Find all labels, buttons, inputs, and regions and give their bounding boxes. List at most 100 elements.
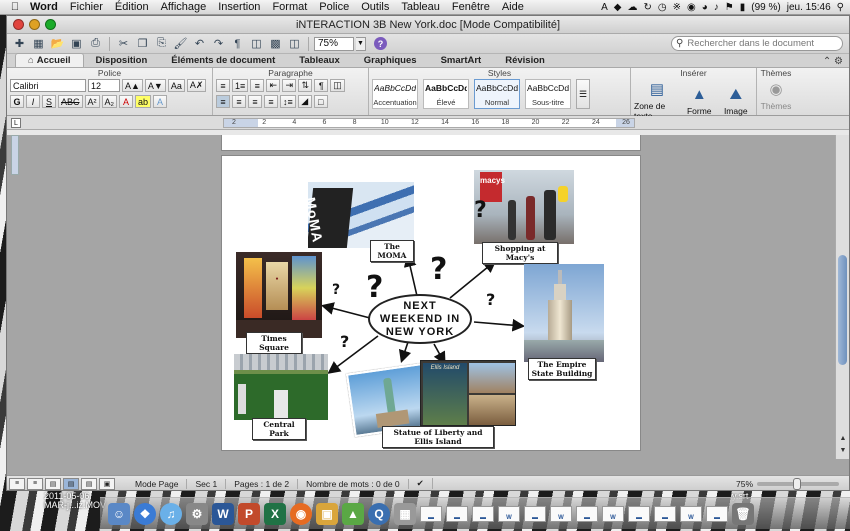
multilevel-icon[interactable]: ≡ (250, 79, 265, 92)
open-icon[interactable]: 📂 (49, 36, 66, 52)
page-view-icon[interactable]: ▤ (63, 477, 79, 490)
tab-smartart[interactable]: SmartArt (429, 54, 494, 67)
tab-tableaux[interactable]: Tableaux (287, 54, 351, 67)
italic-icon[interactable]: I (26, 95, 40, 108)
bluetooth-icon[interactable]: ※ (673, 2, 681, 13)
shape-button[interactable]: ▲ Forme (682, 84, 717, 117)
sync-icon[interactable]: ↻ (644, 2, 652, 13)
clear-format-icon[interactable]: A✗ (186, 79, 207, 92)
menu-clock[interactable]: jeu. 15:46 (787, 2, 831, 13)
font-color-icon[interactable]: A (119, 95, 134, 108)
excel-icon[interactable]: X (264, 502, 286, 525)
volume-icon[interactable]: ♪ (714, 2, 719, 13)
decrease-indent-icon[interactable]: ⇤ (266, 79, 281, 92)
minimized-window[interactable]: ▬ (420, 505, 442, 522)
menu-insertion[interactable]: Insertion (212, 1, 266, 13)
minimized-window[interactable]: W (498, 505, 520, 522)
undo-icon[interactable]: ↶ (191, 36, 208, 52)
tab-stop-icon[interactable]: L (11, 118, 21, 128)
outline-view-icon[interactable]: ≡ (27, 477, 43, 490)
macys-photo[interactable]: macys (474, 170, 574, 244)
draft-view-icon[interactable]: ≡ (9, 477, 25, 490)
menu-outils[interactable]: Outils (355, 1, 395, 13)
columns-icon[interactable]: ◫ (330, 79, 345, 92)
shrink-font-icon[interactable]: A▼ (144, 79, 166, 92)
scroll-down-icon[interactable]: ▼ (836, 447, 849, 457)
empire-state-photo[interactable] (524, 264, 604, 362)
new-document-icon[interactable]: ✚ (11, 36, 28, 52)
photo-app-icon[interactable]: ▣ (316, 502, 338, 525)
minimized-window[interactable]: ▬ (628, 505, 650, 522)
scrollbar-thumb[interactable] (838, 255, 847, 365)
tab-disposition[interactable]: Disposition (84, 54, 160, 67)
powerpoint-icon[interactable]: P (238, 502, 260, 525)
zoom-dropdown-icon[interactable]: ▼ (356, 36, 366, 51)
menu-edition[interactable]: Édition (109, 1, 155, 13)
align-right-icon[interactable]: ≡ (248, 95, 262, 108)
paste-icon[interactable]: ⎘ (153, 36, 170, 52)
styles-pane-icon[interactable]: ☰ (576, 79, 591, 109)
zoom-field[interactable]: 75% (314, 36, 354, 51)
picture-button[interactable]: ⛰ Image (719, 84, 754, 117)
moma-photo[interactable]: MoMA (308, 182, 414, 248)
notebook-view-icon[interactable]: ▤ (81, 477, 97, 490)
sidebar-icon[interactable]: ◫ (248, 36, 265, 52)
minimized-window[interactable]: ▬ (706, 505, 728, 522)
justify-icon[interactable]: ≡ (264, 95, 278, 108)
bullets-icon[interactable]: ≡ (216, 79, 230, 92)
font-name-select[interactable]: Calibri (10, 79, 86, 92)
word-count-info[interactable]: Nombre de mots : 0 de 0 (298, 478, 409, 489)
menu-police[interactable]: Police (313, 1, 355, 13)
text-box-button[interactable]: ▤ Zone de texte (634, 79, 680, 121)
themes-button[interactable]: ◉ Thèmes (760, 79, 792, 111)
increase-indent-icon[interactable]: ⇥ (282, 79, 297, 92)
borders-icon[interactable]: □ (313, 95, 328, 108)
menu-fichier[interactable]: Fichier (64, 1, 109, 13)
word-icon[interactable]: W (212, 502, 234, 525)
proofing-icon[interactable]: ✔ (409, 478, 433, 489)
battery-icon[interactable]: ▮ (740, 2, 746, 13)
times-square-photo[interactable]: ● (236, 252, 322, 338)
vertical-ruler[interactable] (11, 135, 19, 175)
redo-icon[interactable]: ↷ (210, 36, 227, 52)
menu-affichage[interactable]: Affichage (155, 1, 213, 13)
menu-app-name[interactable]: Word (24, 1, 64, 13)
system-preferences-icon[interactable]: ⚙ (186, 502, 208, 525)
zoom-slider[interactable] (757, 477, 839, 490)
show-marks-icon[interactable]: ¶ (314, 79, 329, 92)
cut-icon[interactable]: ✂ (115, 36, 132, 52)
minimized-window[interactable]: ▬ (472, 505, 494, 522)
subscript-icon[interactable]: A₂ (101, 95, 118, 108)
print-icon[interactable]: ⎙ (87, 36, 104, 52)
safari-icon[interactable]: ❖ (134, 502, 156, 525)
grow-font-icon[interactable]: A▲ (122, 79, 143, 92)
minimized-window[interactable]: ▬ (446, 505, 468, 522)
vertical-scrollbar[interactable]: ▲ ▼ (835, 135, 849, 459)
align-left-icon[interactable]: ≡ (216, 95, 230, 108)
align-center-icon[interactable]: ≡ (232, 95, 246, 108)
ellis-island-photo[interactable]: Ellis Island (420, 360, 516, 426)
copy-icon[interactable]: ❐ (134, 36, 151, 52)
dropbox-icon[interactable]: ◆ (614, 2, 622, 13)
save-icon[interactable]: ▣ (68, 36, 85, 52)
bold-icon[interactable]: G (10, 95, 24, 108)
zoom-slider-knob[interactable] (793, 477, 801, 490)
trash-icon[interactable]: 🗑 (732, 502, 754, 525)
search-field[interactable]: ⚲ Rechercher dans le document (671, 36, 843, 51)
menu-aide[interactable]: Aide (496, 1, 530, 13)
tab-elements-de-document[interactable]: Éléments de document (159, 54, 287, 67)
style-eleve[interactable]: AaBbCcDdI Élevé (423, 79, 469, 109)
minimized-window[interactable]: W (550, 505, 572, 522)
text-effects-icon[interactable]: A (153, 95, 168, 108)
preview-icon[interactable]: ▦ (394, 502, 416, 525)
cloud-icon[interactable]: ☁ (628, 2, 638, 13)
clock-icon[interactable]: ◷ (658, 2, 667, 13)
time-machine-icon[interactable]: ◕ (702, 2, 708, 13)
scroll-up-icon[interactable]: ▲ (836, 435, 849, 445)
templates-icon[interactable]: ▦ (30, 36, 47, 52)
publishing-view-icon[interactable]: ▤ (45, 477, 61, 490)
line-spacing-icon[interactable]: ↕≡ (280, 95, 296, 108)
menu-format[interactable]: Format (266, 1, 313, 13)
help-icon[interactable]: ? (374, 37, 387, 50)
font-size-select[interactable]: 12 (88, 79, 120, 92)
